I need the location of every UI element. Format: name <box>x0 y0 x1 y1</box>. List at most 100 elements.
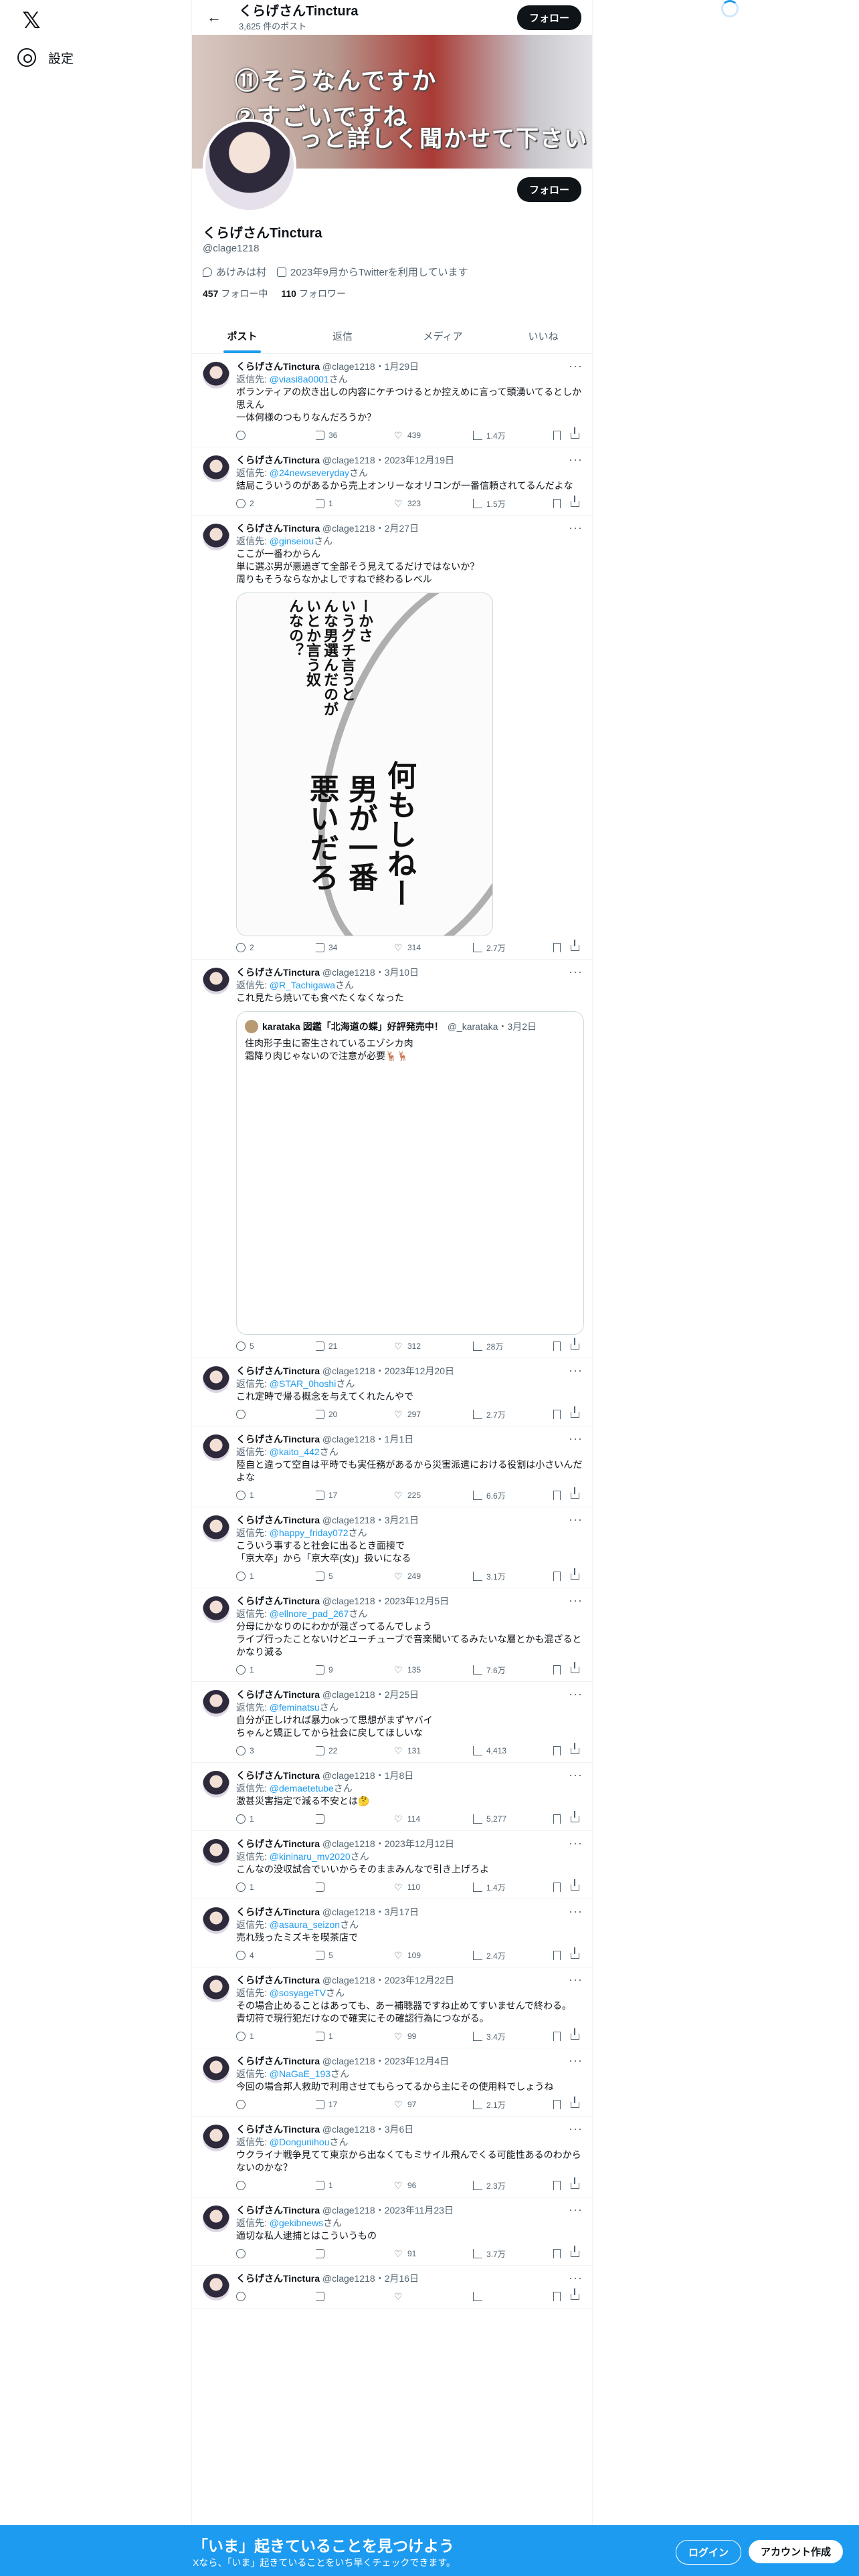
share-button[interactable] <box>571 2096 583 2108</box>
retweet-button[interactable] <box>315 1883 394 1892</box>
like-button[interactable]: ♡ 97 <box>394 2100 473 2109</box>
tweet-author-name[interactable]: くらげさんTinctura <box>236 1975 320 1985</box>
profile-avatar[interactable] <box>203 119 296 213</box>
more-options-icon[interactable]: ··· <box>569 1836 583 1850</box>
bookmark-button[interactable] <box>553 1491 571 1500</box>
share-button[interactable] <box>571 1661 583 1673</box>
more-options-icon[interactable]: ··· <box>569 1768 583 1782</box>
reply-to-link[interactable]: @sosyageTV <box>270 1988 326 1998</box>
views-button[interactable]: 2.7万 <box>473 1409 552 1420</box>
views-button[interactable]: 1.4万 <box>473 430 552 441</box>
bookmark-button[interactable] <box>553 2100 571 2109</box>
reply-to-link[interactable]: @kininaru_mv2020 <box>270 1851 351 1862</box>
tweet[interactable]: ··· くらげさんTinctura @clage1218・2月25日 返信先: @f… <box>192 1682 592 1763</box>
reply-button[interactable] <box>236 431 315 440</box>
more-options-icon[interactable]: ··· <box>569 1432 583 1446</box>
tweet-avatar[interactable] <box>203 1434 229 1461</box>
views-button[interactable]: 6.6万 <box>473 1490 552 1501</box>
retweet-button[interactable]: 9 <box>315 1665 394 1675</box>
tweet-author-name[interactable]: くらげさんTinctura <box>236 2273 320 2284</box>
tweet-avatar[interactable] <box>203 1771 229 1798</box>
views-button[interactable]: 5,277 <box>473 1814 552 1824</box>
tweet[interactable]: ··· くらげさんTinctura @clage1218・2023年12月12日返… <box>192 1831 592 1899</box>
more-options-icon[interactable]: ··· <box>569 521 583 535</box>
more-options-icon[interactable]: ··· <box>569 1973 583 1987</box>
share-button[interactable] <box>571 2177 583 2189</box>
share-button[interactable] <box>571 2028 583 2040</box>
bookmark-button[interactable] <box>553 1746 571 1755</box>
reply-button[interactable]: 1 <box>236 1491 315 1500</box>
retweet-button[interactable]: 22 <box>315 1746 394 1755</box>
more-options-icon[interactable]: ··· <box>569 2054 583 2068</box>
tweet-avatar[interactable] <box>203 2125 229 2151</box>
like-button[interactable]: ♡ 249 <box>394 1572 473 1581</box>
tweet-author-name[interactable]: くらげさんTinctura <box>236 1434 320 1444</box>
more-options-icon[interactable]: ··· <box>569 2122 583 2136</box>
reply-button[interactable] <box>236 2249 315 2258</box>
tweet-author-name[interactable]: くらげさんTinctura <box>236 1596 320 1606</box>
bookmark-button[interactable] <box>553 2292 571 2301</box>
reply-button[interactable] <box>236 2181 315 2190</box>
share-button[interactable] <box>571 2245 583 2257</box>
reply-to-link[interactable]: @happy_friday072 <box>270 1527 349 1538</box>
more-options-icon[interactable]: ··· <box>569 2203 583 2217</box>
bookmark-button[interactable] <box>553 431 571 440</box>
like-button[interactable]: ♡ 99 <box>394 2032 473 2041</box>
reply-to-link[interactable]: @R_Tachigawa <box>270 980 335 990</box>
like-button[interactable]: ♡ 109 <box>394 1951 473 1960</box>
tweet-avatar[interactable] <box>203 362 229 389</box>
tweet[interactable]: ··· くらげさんTinctura @clage1218・3月10日 返信先: @R… <box>192 960 592 1358</box>
tweet-author-name[interactable]: くらげさんTinctura <box>236 1770 320 1781</box>
like-button[interactable]: ♡ <box>394 2292 473 2301</box>
following-link[interactable]: 457 フォロー中 <box>203 287 268 300</box>
bookmark-button[interactable] <box>553 1341 571 1351</box>
tweet-avatar[interactable] <box>203 2206 229 2232</box>
views-button[interactable]: 3.4万 <box>473 2031 552 2042</box>
tweet-author-name[interactable]: くらげさんTinctura <box>236 2124 320 2135</box>
share-button[interactable] <box>571 1947 583 1959</box>
tweet-author-name[interactable]: くらげさんTinctura <box>236 455 320 465</box>
more-options-icon[interactable]: ··· <box>569 1364 583 1378</box>
tweet[interactable]: ··· くらげさんTinctura @clage1218・1月8日 返信先: @de… <box>192 1763 592 1831</box>
reply-button[interactable] <box>236 1410 315 1419</box>
retweet-button[interactable]: 5 <box>315 1572 394 1581</box>
more-options-icon[interactable]: ··· <box>569 1687 583 1701</box>
views-button[interactable]: 2.7万 <box>473 942 552 954</box>
login-button[interactable]: ログイン <box>676 2540 742 2565</box>
like-button[interactable]: ♡ 297 <box>394 1410 473 1419</box>
like-button[interactable]: ♡ 110 <box>394 1883 473 1892</box>
retweet-button[interactable] <box>315 2292 394 2301</box>
like-button[interactable]: ♡ 114 <box>394 1814 473 1824</box>
followers-link[interactable]: 110 フォロワー <box>281 287 346 300</box>
bookmark-button[interactable] <box>553 1814 571 1824</box>
tweet-author-name[interactable]: くらげさんTinctura <box>236 523 320 534</box>
retweet-button[interactable]: 20 <box>315 1410 394 1419</box>
tweet-avatar[interactable] <box>203 2274 229 2300</box>
tweet[interactable]: ··· くらげさんTinctura @clage1218・2月27日 返信先: @g… <box>192 516 592 960</box>
like-button[interactable]: ♡ 91 <box>394 2249 473 2258</box>
share-button[interactable] <box>571 2288 583 2300</box>
more-options-icon[interactable]: ··· <box>569 359 583 373</box>
tweet[interactable]: ··· くらげさんTinctura @clage1218・2023年11月23日返… <box>192 2197 592 2266</box>
tweet[interactable]: ··· くらげさんTinctura @clage1218・2023年12月20日返… <box>192 1358 592 1426</box>
views-button[interactable]: 3.7万 <box>473 2248 552 2260</box>
like-button[interactable]: ♡ 323 <box>394 499 473 508</box>
reply-button[interactable] <box>236 2292 315 2301</box>
bookmark-button[interactable] <box>553 1410 571 1419</box>
reply-button[interactable]: 1 <box>236 2032 315 2041</box>
tweet-avatar[interactable] <box>203 968 229 994</box>
like-button[interactable]: ♡ 96 <box>394 2181 473 2190</box>
bookmark-button[interactable] <box>553 499 571 508</box>
views-button[interactable]: 4,413 <box>473 1746 552 1755</box>
share-button[interactable] <box>571 1879 583 1891</box>
tweet-avatar[interactable] <box>203 455 229 482</box>
bookmark-button[interactable] <box>553 1572 571 1581</box>
tab-likes[interactable]: いいね <box>493 318 592 353</box>
tweet-avatar[interactable] <box>203 1839 229 1866</box>
reply-to-link[interactable]: @Donguriihou <box>270 2137 330 2147</box>
views-button[interactable]: 28万 <box>473 1341 552 1352</box>
share-button[interactable] <box>571 427 583 439</box>
reply-to-link[interactable]: @viasi8a0001 <box>270 374 329 385</box>
tweet-author-name[interactable]: くらげさんTinctura <box>236 1366 320 1376</box>
like-button[interactable]: ♡ 135 <box>394 1665 473 1675</box>
